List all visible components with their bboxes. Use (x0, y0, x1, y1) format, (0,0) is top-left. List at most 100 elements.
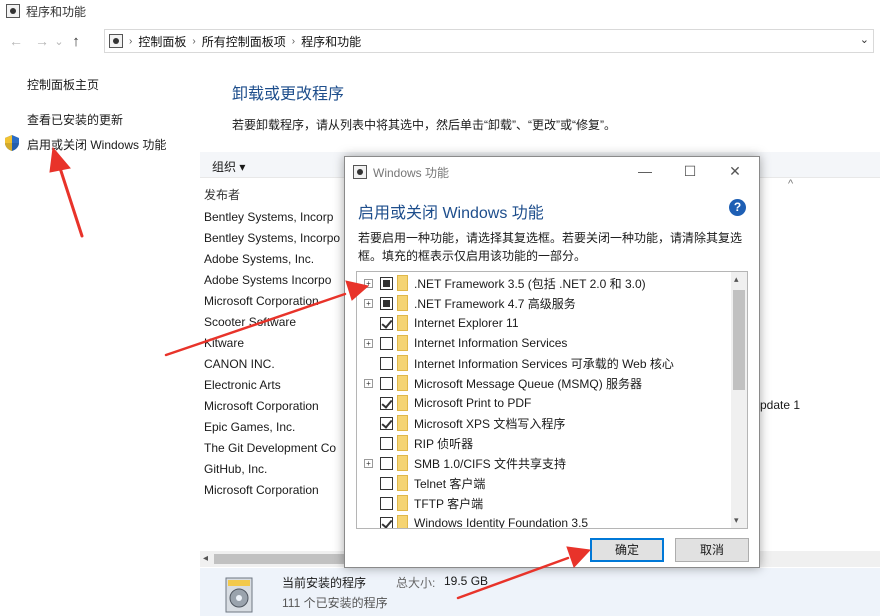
feature-row[interactable]: + SMB 1.0/CIFS 文件共享支持 (357, 453, 733, 473)
feature-row[interactable]: Internet Explorer 11 (357, 313, 733, 333)
folder-icon (397, 435, 408, 451)
installed-programs-icon (225, 577, 253, 613)
annotation-arrow (49, 146, 84, 238)
feature-row[interactable]: + Internet Information Services (357, 333, 733, 353)
list-item[interactable]: CANON INC. (204, 354, 340, 375)
feature-checkbox[interactable] (380, 356, 393, 370)
minimize-icon[interactable]: — (633, 161, 657, 181)
address-row: ← → ⌄ ↑ › 控制面板 › 所有控制面板项 › 程序和功能 ⌄ (0, 28, 880, 54)
feature-label: Microsoft XPS 文档写入程序 (414, 416, 566, 431)
nav-control-panel-home[interactable]: 控制面板主页 (27, 76, 99, 93)
breadcrumb-all-items[interactable]: 所有控制面板项 (202, 33, 286, 50)
page-title: 卸载或更改程序 (232, 86, 345, 103)
expand-icon[interactable]: + (364, 458, 373, 468)
list-item[interactable]: Kitware (204, 333, 340, 354)
tree-vertical-scrollbar[interactable]: ▴ ▾ (731, 272, 747, 528)
feature-row[interactable]: Microsoft XPS 文档写入程序 (357, 413, 733, 433)
feature-label: Internet Explorer 11 (414, 316, 519, 330)
dialog-title: Windows 功能 (373, 166, 450, 180)
feature-row[interactable]: Telnet 客户端 (357, 473, 733, 493)
status-current-programs: 当前安装的程序 (282, 576, 367, 590)
feature-row[interactable]: Windows Identity Foundation 3.5 (357, 513, 733, 529)
list-item[interactable]: The Git Development Co (204, 438, 340, 459)
folder-icon (397, 415, 408, 431)
list-item[interactable]: Adobe Systems, Inc. (204, 249, 340, 270)
feature-checkbox[interactable] (380, 476, 393, 490)
list-item[interactable]: GitHub, Inc. (204, 459, 340, 480)
breadcrumb-separator-icon: › (291, 35, 296, 47)
dialog-titlebar[interactable]: Windows 功能 — ☐ ✕ (345, 157, 759, 187)
feature-checkbox[interactable] (380, 376, 393, 390)
folder-icon (397, 375, 408, 391)
tree-scrollbar-thumb[interactable] (733, 290, 745, 390)
address-bar[interactable]: › 控制面板 › 所有控制面板项 › 程序和功能 ⌄ (104, 29, 874, 53)
feature-checkbox[interactable] (380, 336, 393, 350)
feature-label: Microsoft Message Queue (MSMQ) 服务器 (414, 376, 643, 391)
column-header-publisher[interactable]: 发布者 (204, 186, 240, 203)
control-panel-icon (109, 34, 123, 48)
folder-icon (397, 295, 408, 311)
forward-arrow-icon[interactable]: → (32, 31, 52, 51)
feature-checkbox[interactable] (380, 316, 393, 330)
ok-button[interactable]: 确定 (590, 538, 664, 562)
scroll-up-arrow-icon[interactable]: ▴ (734, 274, 739, 285)
feature-label: .NET Framework 4.7 高级服务 (414, 296, 576, 311)
list-item[interactable]: Bentley Systems, Incorpo (204, 228, 340, 249)
feature-checkbox[interactable] (380, 396, 393, 410)
close-icon[interactable]: ✕ (723, 161, 747, 181)
feature-row[interactable]: Internet Information Services 可承载的 Web 核… (357, 353, 733, 373)
list-item[interactable]: Microsoft Corporation (204, 480, 340, 501)
list-item[interactable]: Scooter Software (204, 312, 340, 333)
feature-checkbox[interactable] (380, 516, 393, 528)
scroll-left-arrow-icon[interactable]: ◂ (203, 553, 208, 564)
programs-app-icon (6, 4, 20, 18)
nav-windows-features[interactable]: 启用或关闭 Windows 功能 (27, 136, 166, 153)
organize-menu-button[interactable]: 组织 ▾ (212, 158, 245, 175)
feature-label: RIP 侦听器 (414, 436, 474, 451)
list-item[interactable]: Bentley Systems, Incorp (204, 207, 340, 228)
expand-icon[interactable]: + (364, 338, 373, 348)
feature-label: Windows Identity Foundation 3.5 (414, 516, 589, 529)
breadcrumb-control-panel[interactable]: 控制面板 (138, 33, 186, 50)
feature-row[interactable]: TFTP 客户端 (357, 493, 733, 513)
program-list: Bentley Systems, Incorp Bentley Systems,… (204, 207, 340, 501)
feature-row[interactable]: Microsoft Print to PDF (357, 393, 733, 413)
list-item[interactable]: Microsoft Corporation (204, 291, 340, 312)
cancel-button[interactable]: 取消 (675, 538, 749, 562)
window-title: 程序和功能 (26, 4, 87, 19)
feature-checkbox[interactable] (380, 456, 393, 470)
dialog-description: 若要启用一种功能，请选择其复选框。若要关闭一种功能，请清除其复选框。填充的框表示… (358, 231, 743, 263)
list-item[interactable]: Microsoft Corporation (204, 396, 340, 417)
recent-locations-chevron-icon[interactable]: ⌄ (52, 31, 66, 51)
status-total-size-label: 总大小: (396, 576, 436, 590)
nav-installed-updates[interactable]: 查看已安装的更新 (27, 111, 123, 128)
expand-icon[interactable]: + (364, 298, 373, 308)
feature-label: .NET Framework 3.5 (包括 .NET 2.0 和 3.0) (414, 276, 646, 291)
feature-row[interactable]: RIP 侦听器 (357, 433, 733, 453)
feature-checkbox[interactable] (380, 436, 393, 450)
expand-icon[interactable]: + (364, 378, 373, 388)
feature-checkbox[interactable] (380, 276, 393, 290)
maximize-icon[interactable]: ☐ (678, 161, 702, 181)
feature-row[interactable]: + .NET Framework 3.5 (包括 .NET 2.0 和 3.0) (357, 273, 733, 293)
feature-label: TFTP 客户端 (414, 496, 484, 511)
address-dropdown-chevron-icon[interactable]: ⌄ (860, 33, 869, 46)
feature-checkbox[interactable] (380, 296, 393, 310)
up-arrow-icon[interactable]: ↑ (66, 31, 86, 51)
scroll-down-arrow-icon[interactable]: ▾ (734, 515, 739, 526)
feature-row[interactable]: + Microsoft Message Queue (MSMQ) 服务器 (357, 373, 733, 393)
help-icon[interactable]: ? (729, 199, 746, 216)
list-item[interactable]: Adobe Systems Incorpo (204, 270, 340, 291)
breadcrumb-separator-icon: › (192, 35, 196, 47)
list-item[interactable]: Epic Games, Inc. (204, 417, 340, 438)
feature-checkbox[interactable] (380, 416, 393, 430)
folder-icon (397, 475, 408, 491)
list-item[interactable]: Electronic Arts (204, 375, 340, 396)
folder-icon (397, 515, 408, 528)
expand-icon[interactable]: + (364, 278, 373, 288)
feature-checkbox[interactable] (380, 496, 393, 510)
feature-label: Telnet 客户端 (414, 476, 486, 491)
feature-row[interactable]: + .NET Framework 4.7 高级服务 (357, 293, 733, 313)
breadcrumb-programs[interactable]: 程序和功能 (301, 33, 361, 50)
back-arrow-icon[interactable]: ← (6, 31, 26, 51)
